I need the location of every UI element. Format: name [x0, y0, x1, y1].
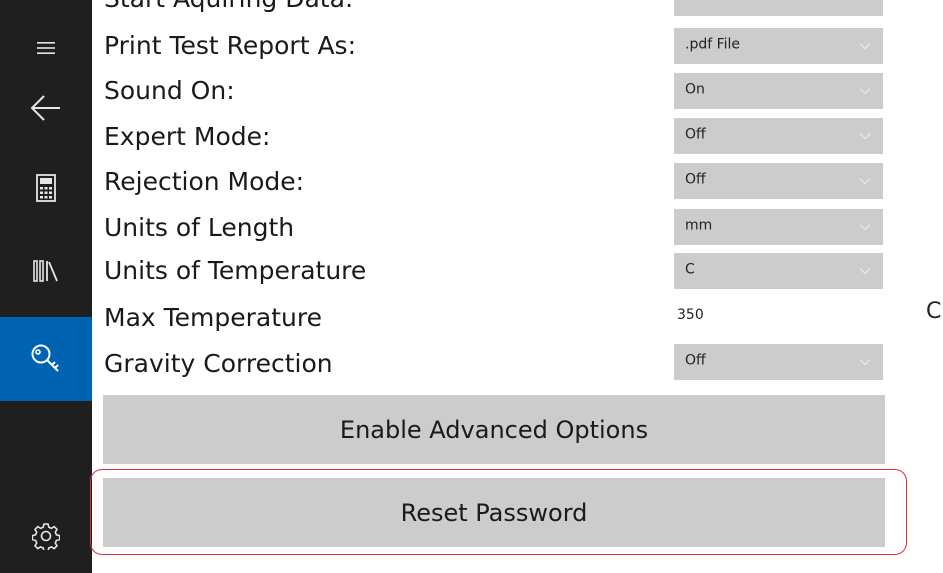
nav-library[interactable]: [0, 243, 92, 299]
gravity-correction-label: Gravity Correction: [104, 349, 333, 378]
nav-calculator[interactable]: [0, 160, 92, 216]
nav-security[interactable]: [0, 317, 92, 401]
chevron-down-icon: [859, 224, 871, 231]
units-temperature-value: C: [685, 261, 695, 278]
calculator-icon: [36, 174, 56, 202]
back-arrow-icon: [30, 95, 60, 121]
sound-on-label: Sound On:: [104, 76, 235, 105]
reset-password-button[interactable]: Reset Password: [103, 478, 885, 547]
print-report-value: .pdf File: [685, 36, 741, 53]
expert-mode-select[interactable]: Off: [674, 118, 883, 154]
chevron-down-icon: [859, 88, 871, 95]
chevron-down-icon: [859, 43, 871, 50]
sound-on-select[interactable]: On: [674, 73, 883, 109]
settings-panel: Start Aquiring Data: Print Test Report A…: [92, 0, 943, 573]
library-icon: [33, 260, 58, 282]
enable-advanced-options-button[interactable]: Enable Advanced Options: [103, 395, 885, 464]
units-temperature-label: Units of Temperature: [104, 256, 367, 285]
start-acquiring-label: Start Aquiring Data:: [104, 0, 353, 14]
print-report-label: Print Test Report As:: [104, 31, 357, 60]
print-report-select[interactable]: .pdf File: [674, 28, 883, 64]
expert-mode-value: Off: [685, 126, 706, 143]
max-temperature-unit: C: [926, 299, 942, 324]
key-icon: [31, 344, 59, 372]
max-temperature-value[interactable]: 350: [677, 307, 704, 323]
chevron-down-icon: [859, 178, 871, 185]
gear-icon: [32, 523, 60, 550]
hamburger-menu-icon: [37, 42, 55, 54]
gravity-correction-value: Off: [685, 352, 706, 369]
nav-menu-button[interactable]: [0, 20, 92, 76]
chevron-down-icon: [859, 133, 871, 140]
expert-mode-label: Expert Mode:: [104, 122, 271, 151]
units-length-select[interactable]: mm: [674, 209, 883, 245]
max-temperature-label: Max Temperature: [104, 303, 322, 332]
chevron-down-icon: [859, 268, 871, 275]
units-temperature-select[interactable]: C: [674, 253, 883, 289]
start-acquiring-select[interactable]: [674, 0, 883, 16]
rejection-mode-select[interactable]: Off: [674, 163, 883, 199]
rejection-mode-label: Rejection Mode:: [104, 167, 305, 196]
gravity-correction-select[interactable]: Off: [674, 344, 883, 380]
sound-on-value: On: [685, 81, 705, 98]
nav-back-button[interactable]: [0, 80, 92, 136]
nav-sidebar: [0, 0, 92, 573]
units-length-label: Units of Length: [104, 213, 295, 242]
rejection-mode-value: Off: [685, 171, 706, 188]
chevron-down-icon: [859, 359, 871, 366]
nav-settings[interactable]: [0, 508, 92, 564]
units-length-value: mm: [685, 217, 713, 234]
